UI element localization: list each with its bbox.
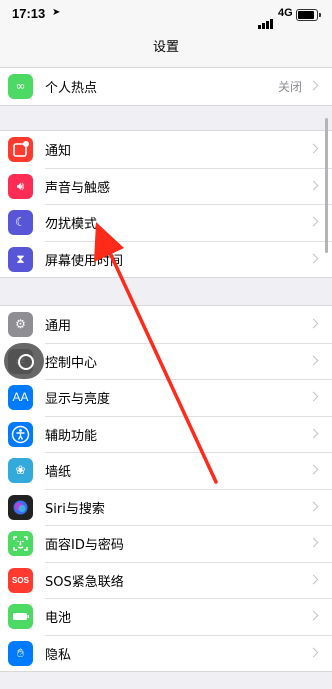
row-label: Siri与搜索: [45, 501, 105, 517]
text-size-icon: AA: [8, 385, 33, 410]
chevron-right-icon: [308, 318, 319, 329]
chevron-right-icon: [308, 216, 319, 227]
row-personal-hotspot[interactable]: ∞ 个人热点 关闭: [0, 68, 332, 105]
chevron-right-icon: [308, 391, 319, 402]
battery-icon: [8, 604, 33, 629]
row-label: 屏幕使用时间: [45, 253, 124, 269]
chevron-right-icon: [308, 143, 319, 154]
chevron-right-icon: [308, 355, 319, 365]
chevron-right-icon: [308, 180, 319, 190]
row-privacy[interactable]: ✋︎ 隐私: [0, 634, 332, 672]
chevron-right-icon: [308, 574, 319, 584]
page-title: 设置: [152, 40, 179, 55]
moon-icon: ☾: [8, 210, 33, 235]
chevron-right-icon: [308, 253, 319, 263]
row-sounds-haptics[interactable]: 🔊︎ 声音与触感: [0, 167, 332, 205]
hourglass-icon: ⧗: [8, 246, 33, 272]
row-label: 个人热点: [45, 81, 98, 96]
row-label: 声音与触感: [45, 180, 111, 196]
hand-icon: ✋︎: [8, 640, 33, 666]
settings-group-alerts: 通知 🔊︎ 声音与触感 ☾ 勿扰模式 ⧗ 屏幕使用时间: [0, 130, 332, 278]
status-time: 17:13: [12, 6, 46, 21]
row-label: 面容ID与密码: [45, 538, 124, 553]
accessibility-icon: [8, 421, 33, 447]
hotspot-icon: ∞: [8, 74, 33, 99]
chevron-right-icon: [308, 464, 319, 475]
row-label: 墙纸: [45, 465, 72, 480]
signal-icon: [258, 10, 274, 29]
row-label: SOS紧急联络: [45, 574, 124, 590]
chevron-right-icon: [308, 610, 319, 621]
network-type: 4G: [278, 7, 293, 19]
row-control-center[interactable]: ⇌ 控制中心: [0, 342, 332, 380]
chevron-right-icon: [308, 537, 319, 548]
row-siri-search[interactable]: Siri与搜索: [0, 488, 332, 526]
face-id-icon: [8, 531, 33, 556]
sos-icon: SOS: [8, 567, 33, 593]
row-label: 辅助功能: [45, 428, 98, 444]
chevron-right-icon: [308, 80, 319, 91]
row-face-id-passcode[interactable]: 面容ID与密码: [0, 525, 332, 562]
location-arrow-icon: ➤: [52, 7, 61, 18]
row-screen-time[interactable]: ⧗ 屏幕使用时间: [0, 240, 332, 278]
scroll-indicator[interactable]: [325, 118, 328, 253]
settings-group-hotspot: ∞ 个人热点 关闭: [0, 67, 332, 106]
row-label: 通知: [45, 144, 72, 159]
row-do-not-disturb[interactable]: ☾ 勿扰模式: [0, 204, 332, 241]
battery-status-icon: [296, 9, 321, 21]
siri-icon: [8, 494, 33, 520]
row-general[interactable]: ⚙ 通用: [0, 306, 332, 343]
chevron-right-icon: [308, 428, 319, 438]
row-label: 通用: [45, 319, 72, 334]
settings-group-general: ⚙ 通用 ⇌ 控制中心 AA 显示与亮度 辅助功能 ❀ 墙纸 Siri与搜索 面…: [0, 305, 332, 672]
status-bar: 17:13 ➤ 4G: [0, 0, 332, 30]
chevron-right-icon: [308, 647, 319, 657]
row-label: 勿扰模式: [45, 217, 98, 232]
row-battery[interactable]: 电池: [0, 598, 332, 635]
row-emergency-sos[interactable]: SOS SOS紧急联络: [0, 561, 332, 599]
row-wallpaper[interactable]: ❀ 墙纸: [0, 452, 332, 489]
row-notifications[interactable]: 通知: [0, 131, 332, 168]
gear-icon: ⚙: [8, 312, 33, 337]
assistive-touch-icon[interactable]: [4, 343, 44, 379]
row-label: 显示与亮度: [45, 392, 111, 407]
row-label: 控制中心: [45, 355, 98, 371]
row-display-brightness[interactable]: AA 显示与亮度: [0, 379, 332, 416]
notification-icon: [8, 137, 33, 162]
chevron-right-icon: [308, 501, 319, 511]
row-label: 电池: [45, 611, 72, 626]
nav-bar: 设置: [0, 30, 332, 69]
flower-icon: ❀: [8, 458, 33, 483]
row-value: 关闭: [277, 80, 302, 94]
speaker-icon: 🔊︎: [8, 173, 33, 199]
row-label: 隐私: [45, 647, 72, 663]
row-accessibility[interactable]: 辅助功能: [0, 415, 332, 453]
